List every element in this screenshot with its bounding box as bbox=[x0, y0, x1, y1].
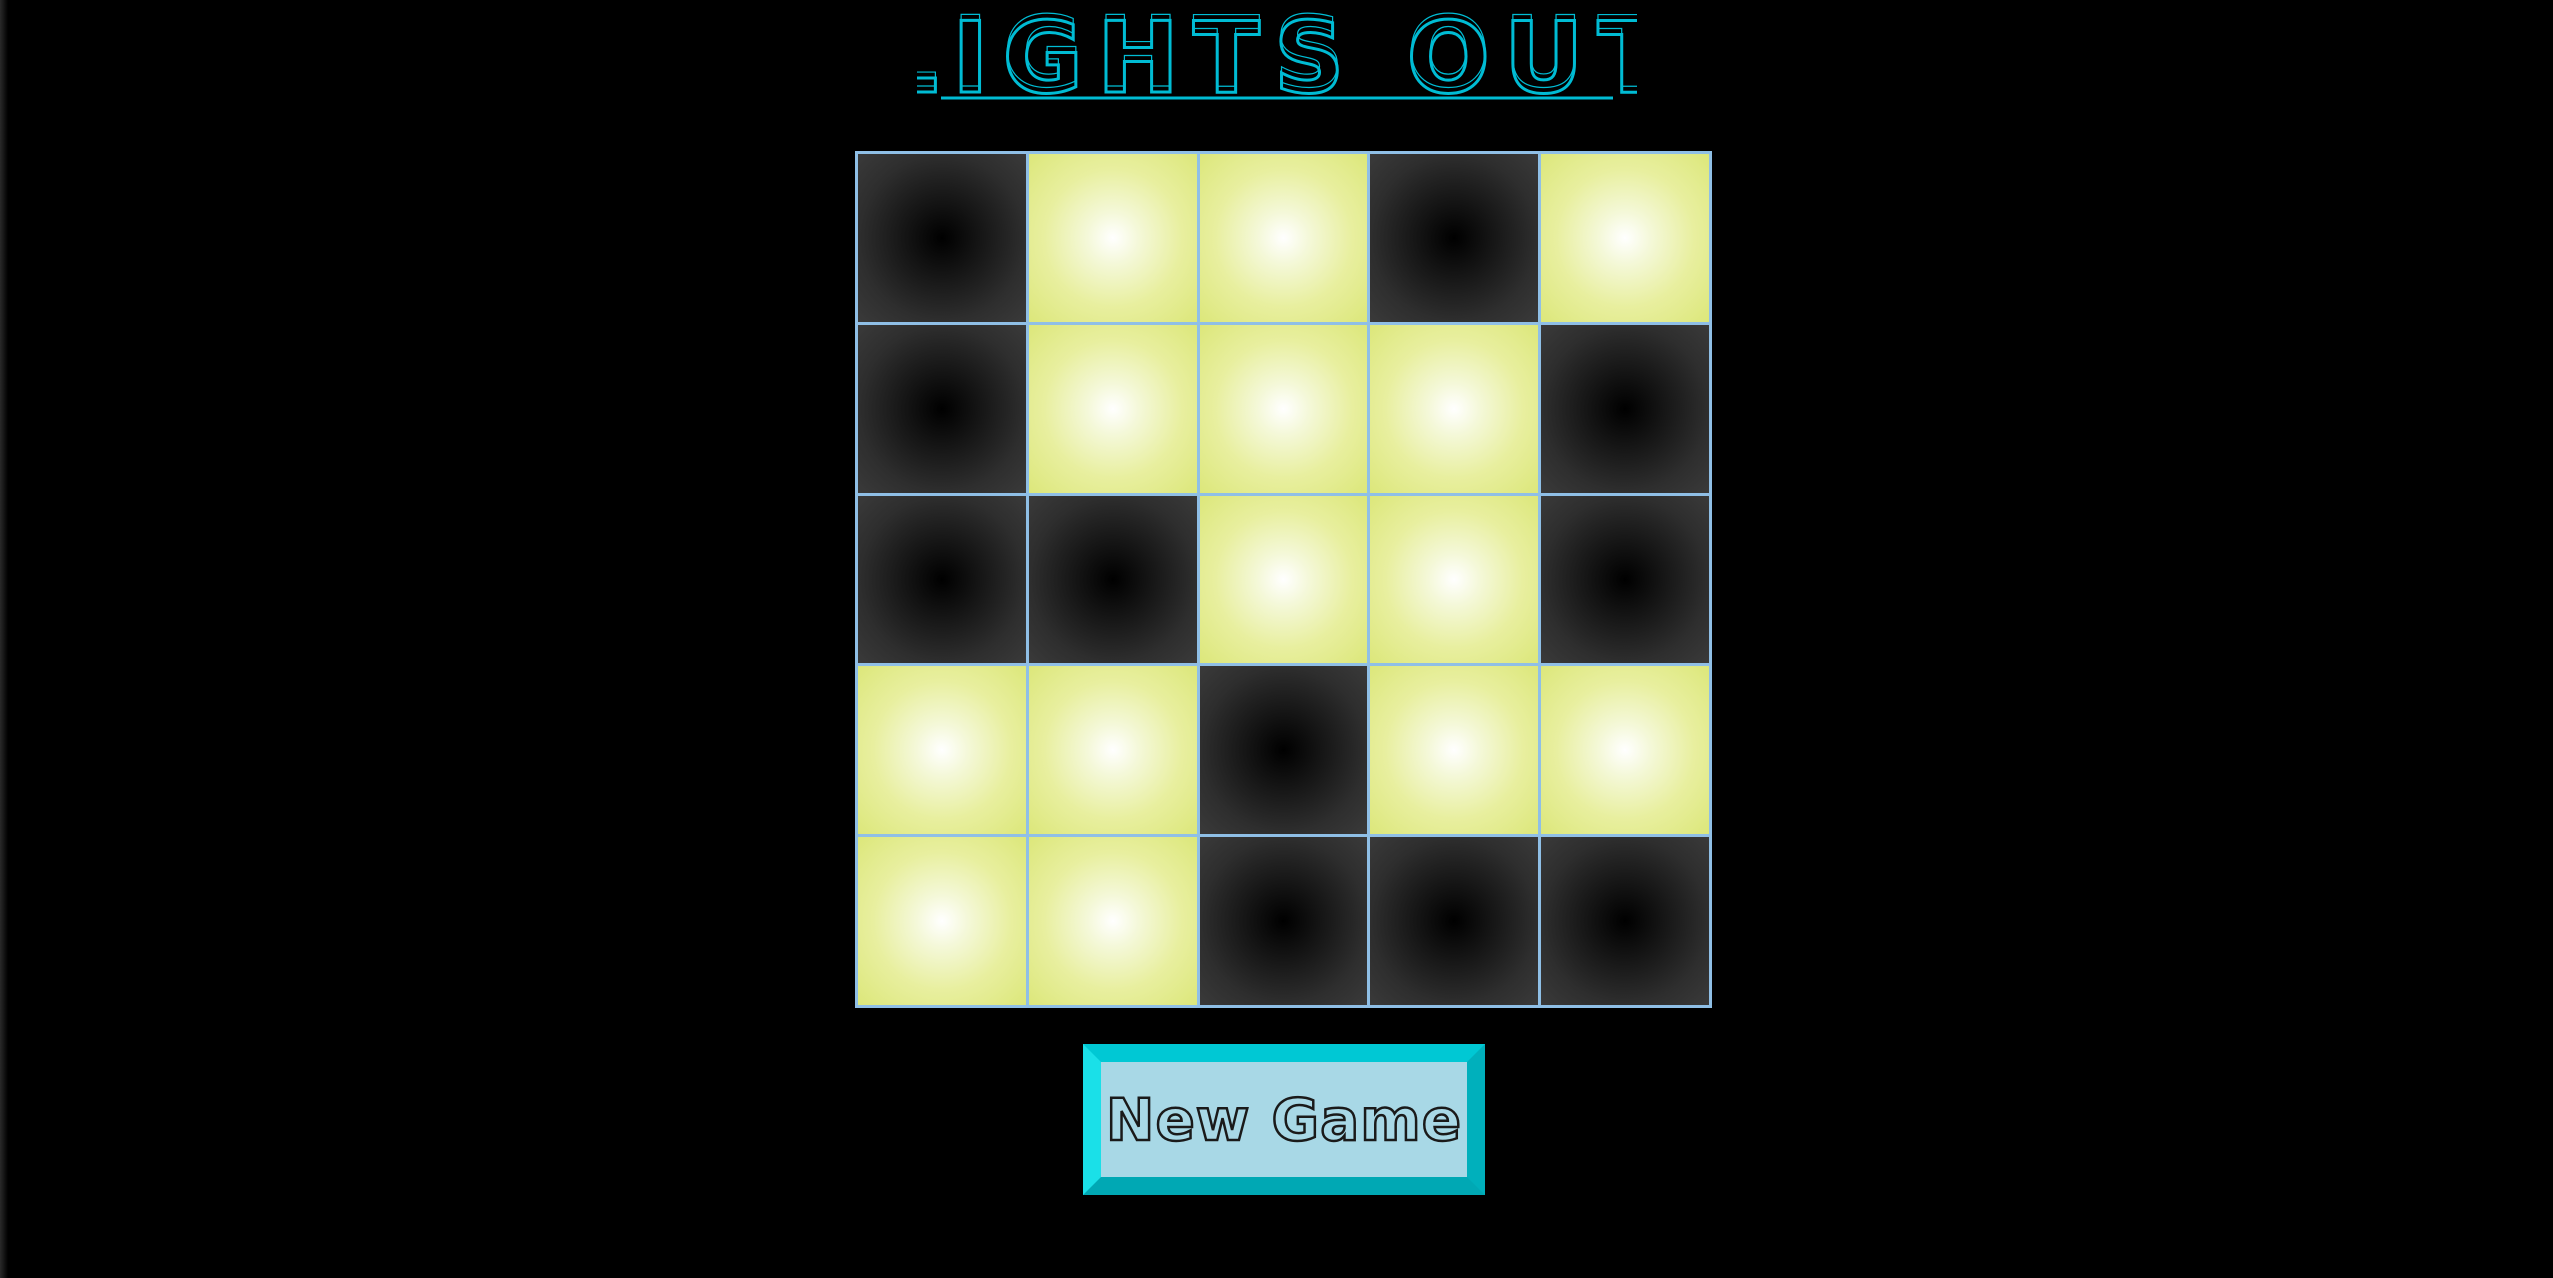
light-cell-r5-c2[interactable] bbox=[1028, 837, 1197, 1005]
light-cell-r3-c5[interactable] bbox=[1541, 495, 1709, 664]
light-cell-r4-c3[interactable] bbox=[1199, 666, 1368, 835]
new-game-button[interactable]: New Game bbox=[1083, 1044, 1485, 1195]
light-cell-r1-c5[interactable] bbox=[1541, 154, 1709, 322]
light-cell-r2-c4[interactable] bbox=[1370, 324, 1539, 493]
light-cell-r1-c4[interactable] bbox=[1370, 154, 1539, 322]
light-cell-r3-c4[interactable] bbox=[1370, 495, 1539, 664]
game-title: LIGHTS OUT LIGHTS OUT bbox=[0, 6, 2553, 102]
light-cell-r5-c4[interactable] bbox=[1370, 837, 1539, 1005]
light-cell-r1-c2[interactable] bbox=[1028, 154, 1197, 322]
title-text-outline: LIGHTS OUT bbox=[917, 6, 1637, 102]
light-cell-r2-c5[interactable] bbox=[1541, 324, 1709, 493]
light-cell-r2-c1[interactable] bbox=[858, 324, 1026, 493]
light-cell-r1-c1[interactable] bbox=[858, 154, 1026, 322]
light-cell-r4-c4[interactable] bbox=[1370, 666, 1539, 835]
light-cell-r4-c2[interactable] bbox=[1028, 666, 1197, 835]
light-cell-r4-c1[interactable] bbox=[858, 666, 1026, 835]
light-cell-r5-c3[interactable] bbox=[1199, 837, 1368, 1005]
light-cell-r3-c3[interactable] bbox=[1199, 495, 1368, 664]
new-game-label: New Game bbox=[1105, 1084, 1463, 1155]
game-board bbox=[855, 151, 1712, 1008]
light-cell-r1-c3[interactable] bbox=[1199, 154, 1368, 322]
light-cell-r4-c5[interactable] bbox=[1541, 666, 1709, 835]
light-cell-r2-c2[interactable] bbox=[1028, 324, 1197, 493]
light-cell-r3-c2[interactable] bbox=[1028, 495, 1197, 664]
title-logo: LIGHTS OUT LIGHTS OUT bbox=[917, 6, 1637, 102]
light-cell-r2-c3[interactable] bbox=[1199, 324, 1368, 493]
light-cell-r3-c1[interactable] bbox=[858, 495, 1026, 664]
light-cell-r5-c5[interactable] bbox=[1541, 837, 1709, 1005]
window-edge bbox=[0, 0, 8, 1278]
light-cell-r5-c1[interactable] bbox=[858, 837, 1026, 1005]
